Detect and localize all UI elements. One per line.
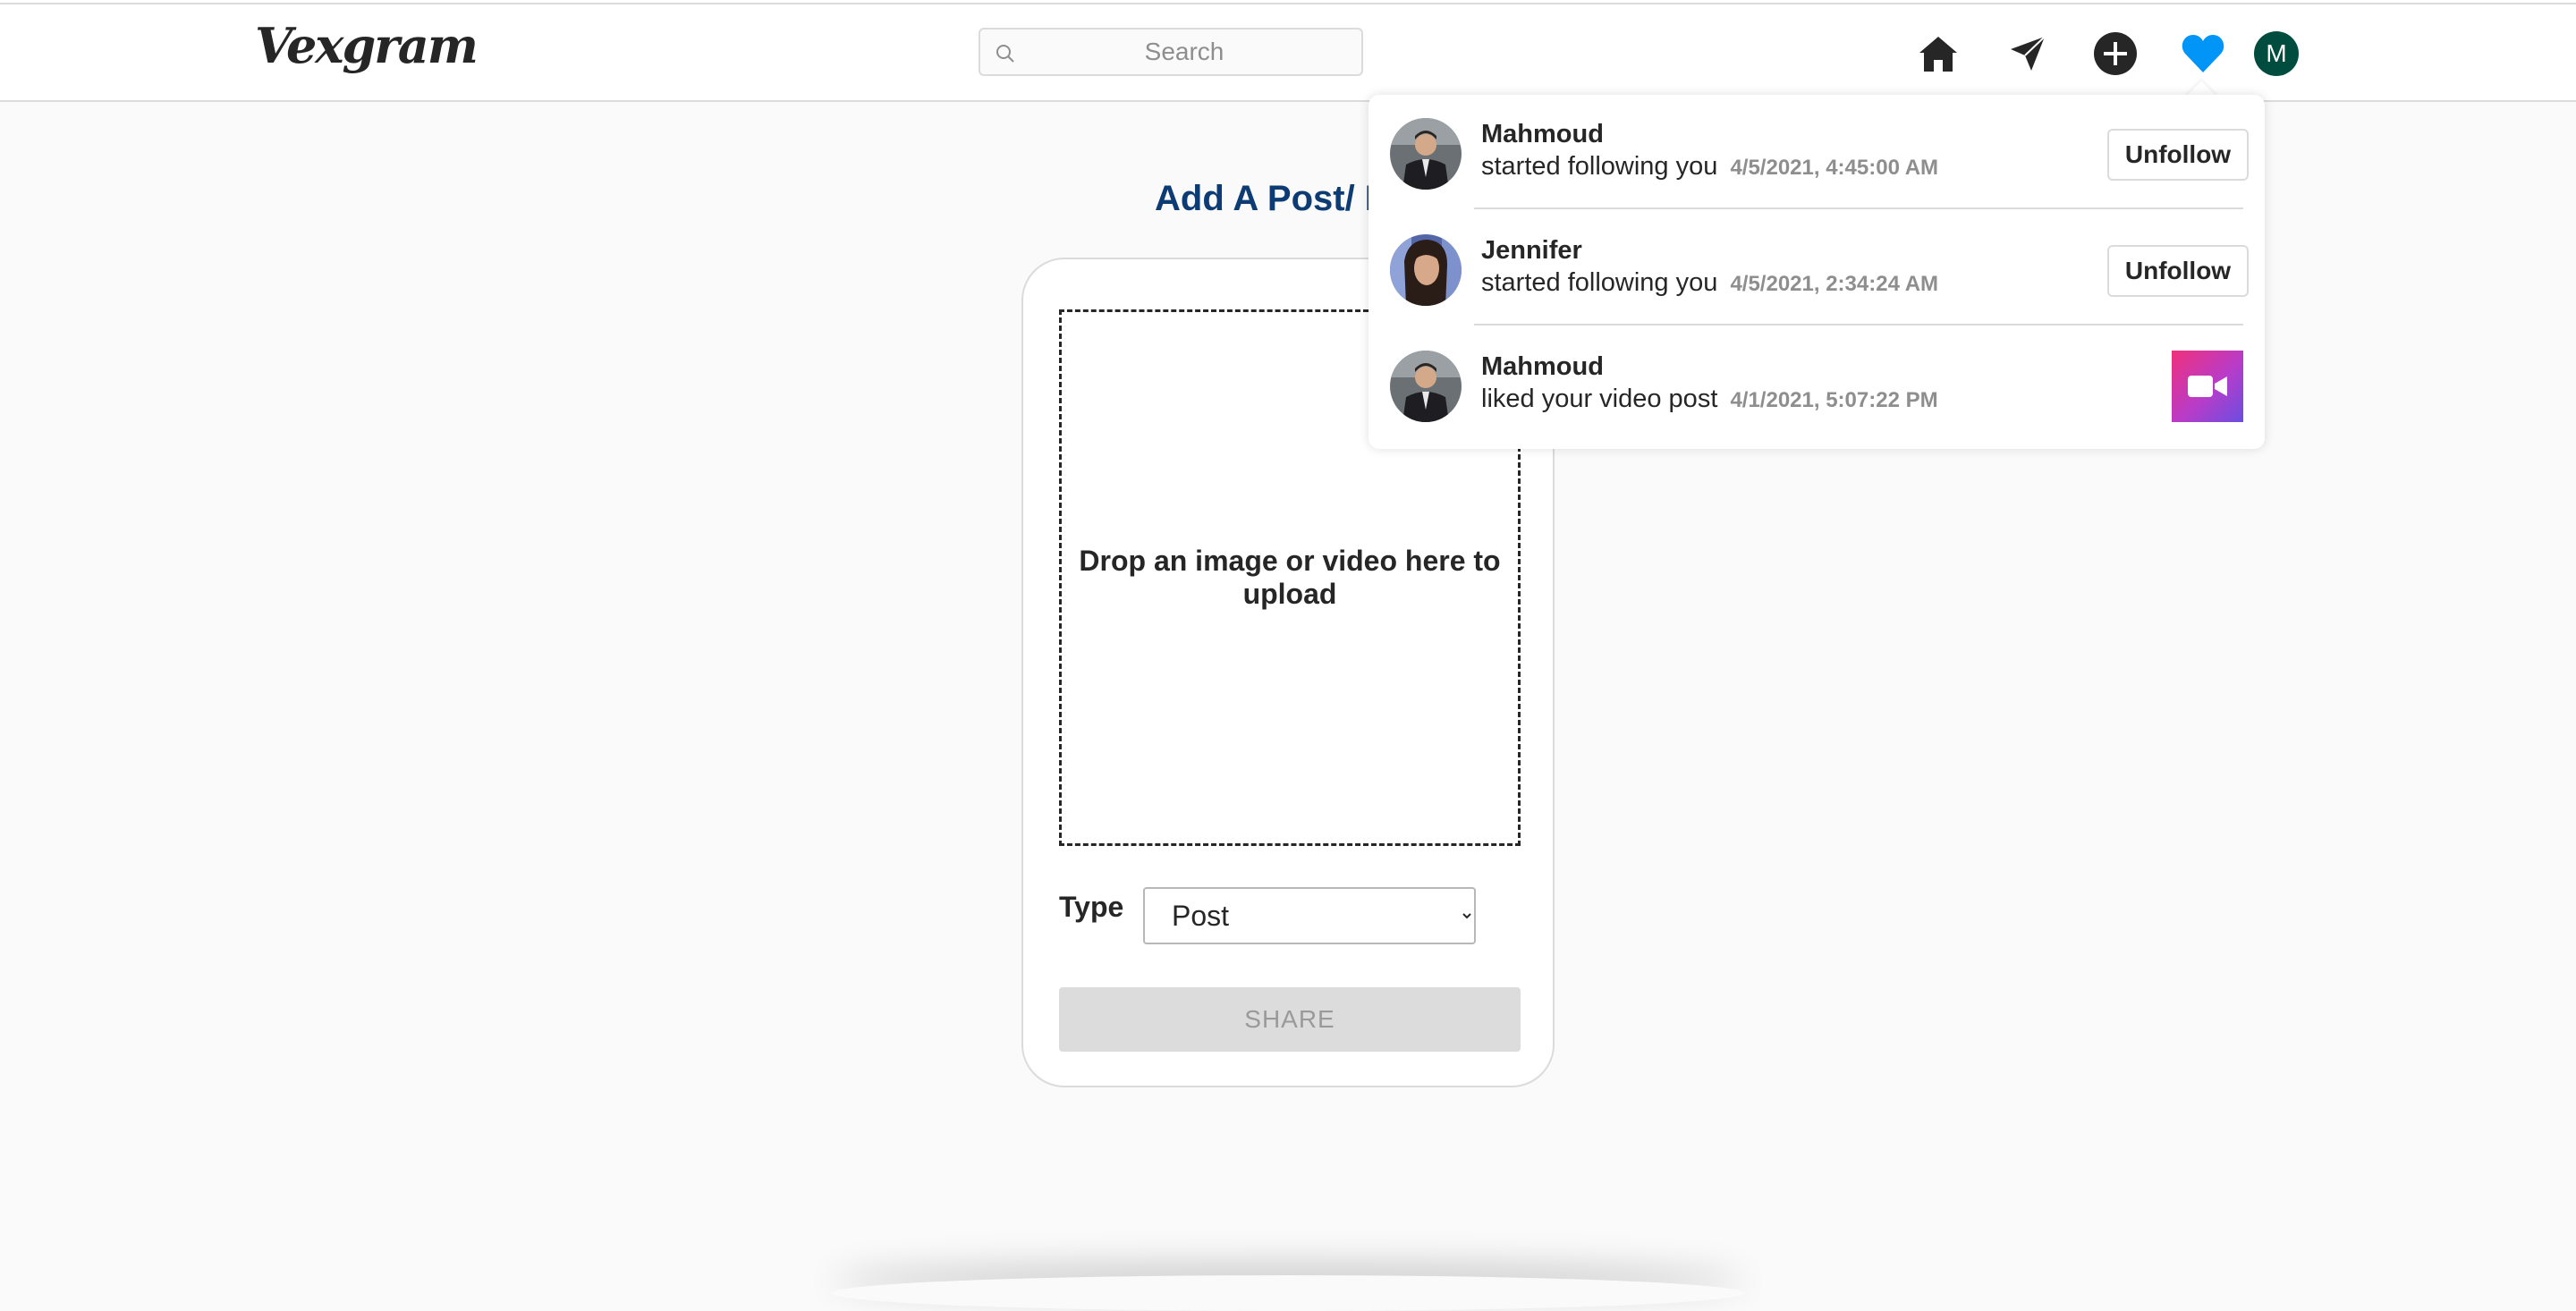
notification-item[interactable]: Mahmoud liked your video post 4/1/2021, …	[1368, 327, 2265, 442]
notification-action: started following you	[1481, 152, 1718, 181]
profile-avatar[interactable]: M	[2254, 31, 2299, 76]
app-logo[interactable]: Vexgram	[255, 17, 479, 74]
notification-text: liked your video post 4/1/2021, 5:07:22 …	[1481, 385, 1938, 414]
heart-activity-icon[interactable]	[2181, 31, 2225, 76]
notification-item[interactable]: Mahmoud started following you 4/5/2021, …	[1368, 95, 2265, 209]
notification-username[interactable]: Mahmoud	[1481, 352, 1604, 382]
unfollow-button[interactable]: Unfollow	[2107, 129, 2249, 181]
search-input[interactable]	[980, 30, 1361, 74]
video-camera-icon	[2188, 376, 2227, 397]
type-label: Type	[1059, 891, 1124, 923]
user-avatar[interactable]	[1390, 351, 1462, 422]
notification-time: 4/5/2021, 4:45:00 AM	[1730, 156, 1939, 180]
divider	[1474, 324, 2243, 326]
notification-text: started following you 4/5/2021, 2:34:24 …	[1481, 268, 1938, 298]
notification-username[interactable]: Jennifer	[1481, 236, 1582, 266]
home-icon[interactable]	[1916, 31, 1961, 76]
direct-message-icon[interactable]	[2005, 31, 2050, 76]
add-post-icon[interactable]	[2093, 31, 2138, 76]
page-title: Add A Post/ R	[1155, 179, 1391, 218]
notification-text: started following you 4/5/2021, 4:45:00 …	[1481, 152, 1938, 182]
notification-username[interactable]: Mahmoud	[1481, 120, 1604, 149]
share-button[interactable]: SHARE	[1059, 987, 1521, 1052]
notification-action: liked your video post	[1481, 385, 1718, 413]
user-avatar[interactable]	[1390, 234, 1462, 306]
user-avatar[interactable]	[1390, 118, 1462, 190]
notification-item[interactable]: Jennifer started following you 4/5/2021,…	[1368, 211, 2265, 326]
notification-time: 4/5/2021, 2:34:24 AM	[1730, 272, 1939, 296]
search-box[interactable]	[979, 28, 1363, 76]
top-navbar: Vexgram M	[0, 4, 2576, 102]
notifications-dropdown: Mahmoud started following you 4/5/2021, …	[1368, 95, 2265, 449]
divider	[1474, 207, 2243, 209]
notification-action: started following you	[1481, 268, 1718, 297]
type-select[interactable]: Post	[1143, 887, 1476, 944]
video-post-thumbnail[interactable]	[2172, 351, 2243, 422]
bottom-card-shadow	[832, 1275, 1744, 1311]
unfollow-button[interactable]: Unfollow	[2107, 245, 2249, 297]
notification-time: 4/1/2021, 5:07:22 PM	[1730, 388, 1938, 412]
